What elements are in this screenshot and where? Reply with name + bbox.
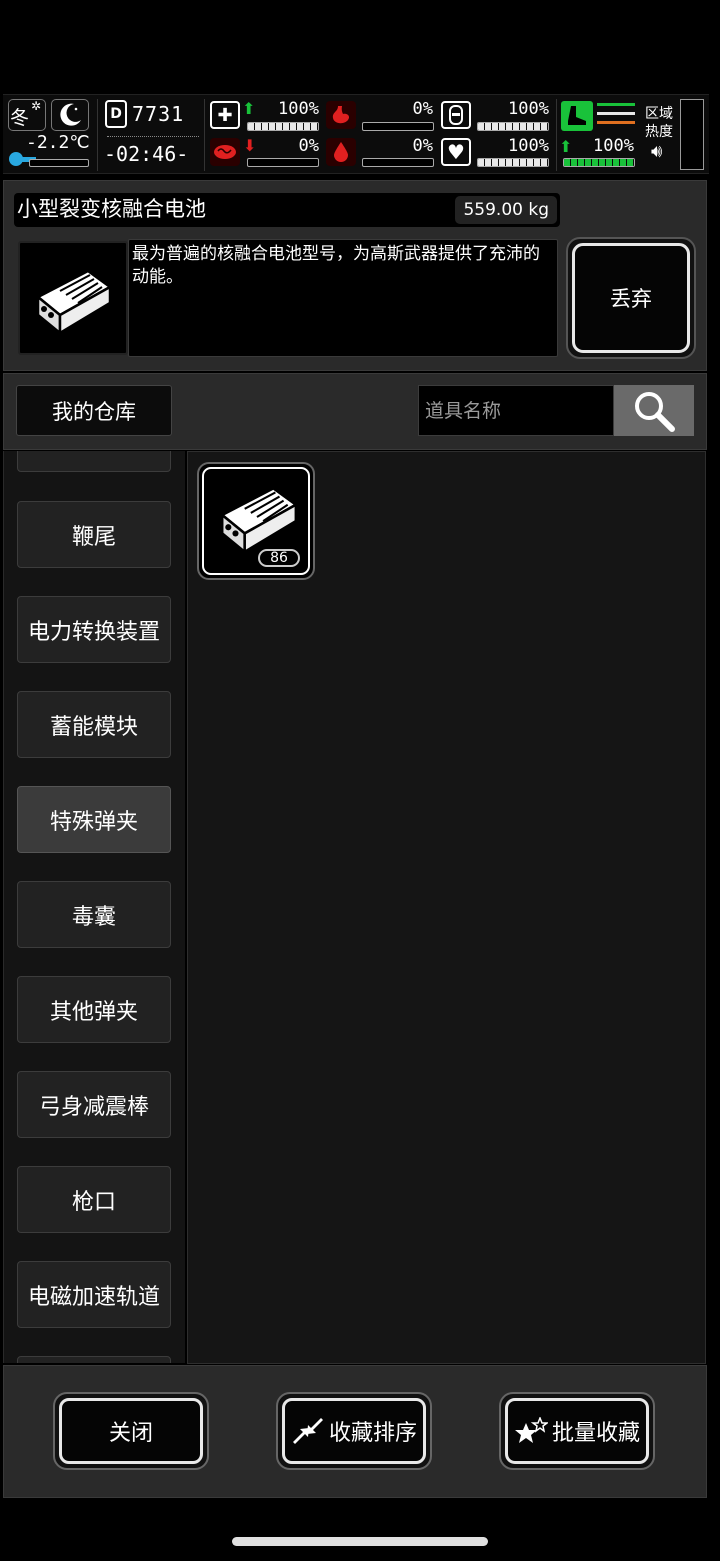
medkit-icon: ✚ [210,101,240,129]
search-button[interactable] [614,385,694,436]
app-root: 冬 ✲ -2.2℃ D 7731 -02:46- ✚ ⬆ 100% 0% 100… [0,0,720,1561]
item-thumbnail [18,241,128,355]
item-title-bar: 小型裂变核融合电池 559.00 kg [14,193,560,227]
item-description-box: 最为普遍的核融合电池型号，为高斯武器提供了充沛的动能。 [128,239,558,357]
zone-heat-bar [680,99,704,170]
brain-icon [210,138,240,166]
search-input[interactable] [418,385,614,436]
season-weather-box: 冬 ✲ [8,99,46,131]
home-indicator[interactable] [232,1537,488,1546]
hud-divider [204,99,205,171]
status-hud: 冬 ✲ -2.2℃ D 7731 -02:46- ✚ ⬆ 100% 0% 100… [3,94,709,174]
item-info-panel: 小型裂变核融合电池 559.00 kg 最为普遍的核融合电池型号，为高斯武器提供… [3,180,707,371]
stamina-pct: 100% [593,136,634,156]
hud-divider [97,99,98,171]
warehouse-header: 我的仓库 [3,373,707,450]
stamina-lines [597,103,635,129]
battery-icon [220,487,298,554]
sort-arrows-icon [292,1418,323,1444]
day-progress-ticks [107,133,199,137]
season-label: 冬 [10,107,30,129]
tab-my-warehouse[interactable]: 我的仓库 [16,385,172,436]
running-shoe-icon [561,101,593,131]
heart-icon: ♥ [441,138,471,166]
hydration-bar [477,122,549,131]
stars-icon [514,1417,548,1443]
health-pct: 100% [278,99,319,119]
moon-icon [60,103,81,126]
batch-button-frame: 批量收藏 [499,1392,655,1470]
discard-button-frame: 丢弃 [566,237,696,359]
brain-pct: 0% [298,136,319,156]
item-slot-inner: 86 [202,467,310,575]
hud-divider [556,99,557,171]
favorite-sort-button[interactable]: 收藏排序 [282,1398,426,1464]
stomach-icon [326,101,356,129]
heart-pct: 100% [508,136,549,156]
time-readout: -02:46- [104,142,189,166]
temperature-readout: -2.2℃ [26,132,90,153]
speaker-icon[interactable]: 🔊︎ [651,141,662,162]
category-item[interactable]: 电磁加速轨道 [17,1261,171,1328]
close-button[interactable]: 关闭 [59,1398,203,1464]
category-item[interactable]: 其他弹夹 [17,976,171,1043]
item-description: 最为普遍的核融合电池型号，为高斯武器提供了充沛的动能。 [132,244,540,287]
close-button-label: 关闭 [108,1421,153,1446]
category-item[interactable]: 毒囊 [17,881,171,948]
item-weight-badge: 559.00 kg [455,196,557,224]
sort-button-frame: 收藏排序 [276,1392,432,1470]
zone-heat-label: 区域热度 [645,106,673,140]
heart-bar [477,158,549,167]
category-item-active[interactable]: 特殊弹夹 [17,786,171,853]
category-item[interactable] [17,1356,171,1363]
discard-button[interactable]: 丢弃 [572,243,690,353]
blood-drop-icon [326,138,356,166]
category-item[interactable] [17,451,171,472]
batch-button-label: 批量收藏 [551,1421,640,1446]
category-item[interactable]: 枪口 [17,1166,171,1233]
health-bar [247,122,319,131]
brain-bar [247,158,319,167]
hydration-pct: 100% [508,99,549,119]
item-slot[interactable]: 86 [197,462,315,580]
blood-pct: 0% [412,136,433,156]
search-icon [635,391,675,432]
item-name: 小型裂变核融合电池 [17,197,206,221]
item-grid: 86 [187,451,706,1364]
category-item[interactable]: 电力转换装置 [17,596,171,663]
hunger-pct: 0% [412,99,433,119]
temperature-bar [29,159,89,167]
moon-box [51,99,89,131]
stamina-bar [563,158,635,167]
day-readout: 7731 [132,102,185,126]
hunger-bar [362,122,434,131]
water-bottle-icon [441,101,471,129]
snow-weather-icon: ✲ [31,99,42,113]
category-sidebar[interactable]: 鞭尾 电力转换装置 蓄能模块 特殊弹夹 毒囊 其他弹夹 弓身减震棒 枪口 电磁加… [3,451,185,1363]
category-item[interactable]: 弓身减震棒 [17,1071,171,1138]
battery-icon [36,269,112,335]
sort-button-label: 收藏排序 [328,1421,417,1446]
day-counter-icon: D [105,100,127,128]
close-button-frame: 关闭 [53,1392,209,1470]
category-item[interactable]: 鞭尾 [17,501,171,568]
bottom-action-bar: 关闭 收藏排序 批量收藏 [3,1365,707,1498]
item-count-badge: 86 [258,549,300,567]
category-item[interactable]: 蓄能模块 [17,691,171,758]
batch-favorite-button[interactable]: 批量收藏 [505,1398,649,1464]
blood-bar [362,158,434,167]
